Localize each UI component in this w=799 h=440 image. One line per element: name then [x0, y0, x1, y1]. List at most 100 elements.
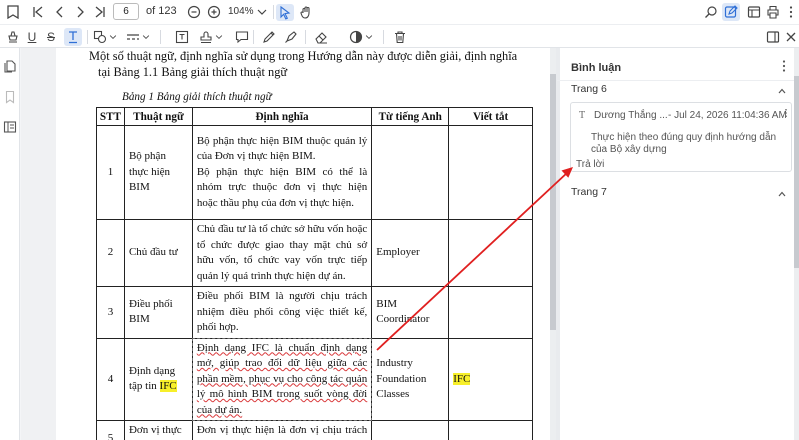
zoom-in-icon[interactable] — [206, 4, 222, 20]
cell-english — [371, 125, 450, 220]
table-row: 2 Chủ đầu tư Chủ đầu tư là tổ chức sở hữ… — [96, 219, 533, 287]
cell-definition-annotated[interactable]: Định dạng IFC là chuẩn định dạng mở, giú… — [191, 337, 373, 421]
toolbar-divider — [383, 30, 384, 44]
line-style-dropdown-icon[interactable] — [141, 29, 151, 45]
cell-term: Điều phối BIM — [123, 286, 193, 339]
main-toolbar: 6 of 123 104% — [0, 0, 799, 24]
stamp-dropdown-icon[interactable] — [214, 29, 224, 45]
marker-tool-icon[interactable] — [283, 29, 299, 45]
intro-paragraph-line2: tại Bảng 1.1 Bảng giải thích thuật ngữ — [98, 65, 288, 79]
cell-english — [371, 420, 450, 440]
cell-definition: Chủ đầu tư là tổ chức sở hữu vốn hoặc tổ… — [191, 219, 373, 287]
cell-definition: Bộ phận thực hiện BIM thuộc quản lý của … — [191, 125, 373, 220]
comment-card[interactable]: T Dương Thắng ... - Jul 24, 2026 11:04:3… — [570, 102, 792, 172]
delete-trash-icon[interactable] — [392, 29, 408, 45]
panel-scrollbar[interactable] — [794, 48, 799, 440]
document-viewport[interactable]: Một số thuật ngữ, định nghĩa sử dụng tro… — [21, 48, 556, 440]
cell-english: BIM Coordinator — [371, 286, 450, 339]
intro-paragraph-line1: Một số thuật ngữ, định nghĩa sử dụng tro… — [89, 49, 518, 63]
cell-abbreviation — [448, 286, 533, 339]
page-count-label: of 123 — [146, 5, 177, 17]
cell-stt: 3 — [96, 286, 125, 339]
opacity-dropdown-icon[interactable] — [364, 29, 374, 45]
table-row: 3 Điều phối BIM Điều phối BIM là người c… — [96, 286, 533, 339]
left-sidebar-rail — [0, 48, 20, 440]
header-definition: Định nghĩa — [191, 107, 373, 126]
shape-tool-icon[interactable] — [92, 29, 108, 45]
zoom-out-icon[interactable] — [186, 4, 202, 20]
text-box-tool-icon[interactable] — [174, 29, 190, 45]
cell-english: Industry Foundation Classes — [371, 337, 450, 421]
underline-tool-icon[interactable]: U — [24, 29, 40, 45]
cell-term: Bộ phận thực hiện BIM — [123, 125, 193, 220]
terminology-table: STT Thuật ngữ Định nghĩa Từ tiếng Anh Vi… — [96, 107, 533, 440]
line-style-icon[interactable] — [125, 29, 141, 45]
header-term: Thuật ngữ — [123, 107, 193, 126]
last-page-icon[interactable] — [92, 4, 108, 20]
cell-stt: 5 — [96, 420, 125, 440]
annotation-toolbar: U S — [0, 24, 799, 48]
prev-page-icon[interactable] — [52, 4, 68, 20]
chevron-up-icon[interactable] — [777, 186, 787, 197]
squiggly-annotation-text[interactable]: Định dạng IFC là chuẩn định dạng mở, giú… — [197, 342, 367, 416]
bookmark-icon[interactable] — [2, 89, 18, 105]
cell-stt: 1 — [96, 125, 125, 220]
panel-title: Bình luận — [571, 62, 622, 74]
section-page-7-label[interactable]: Trang 7 — [571, 186, 607, 198]
first-page-icon[interactable] — [30, 4, 46, 20]
cell-definition: Điều phối BIM là người chịu trách nhiệm … — [191, 286, 373, 339]
header-abbreviation: Viết tắt — [448, 107, 533, 126]
cell-abbreviation — [448, 125, 533, 220]
highlighted-term[interactable]: IFC — [159, 380, 177, 393]
select-cursor-icon[interactable] — [276, 4, 294, 21]
cell-english: Employer — [371, 219, 450, 287]
cell-term: Đơn vị thực hiện — [123, 420, 193, 440]
comment-body: Thực hiện theo đúng quy định hướng dẫn c… — [591, 132, 777, 155]
sidebar-layout-icon[interactable] — [746, 4, 762, 20]
reply-button[interactable]: Trả lời — [576, 159, 604, 170]
table-caption: Bảng 1 Bảng giải thích thuật ngữ — [122, 91, 272, 103]
section-page-6-label[interactable]: Trang 6 — [571, 83, 607, 95]
thumbnails-icon[interactable] — [2, 58, 18, 74]
shape-dropdown-icon[interactable] — [108, 29, 118, 45]
highlight-tool-icon[interactable] — [5, 29, 21, 45]
strikethrough-tool-icon[interactable]: S — [43, 29, 59, 45]
text-annotation-icon: T — [579, 110, 586, 121]
pen-tool-icon[interactable] — [261, 29, 277, 45]
next-page-icon[interactable] — [72, 4, 88, 20]
highlighted-abbreviation[interactable]: IFC — [453, 372, 471, 385]
comment-more-icon[interactable] — [781, 105, 791, 121]
comment-tool-icon[interactable] — [234, 29, 250, 45]
zoom-dropdown-icon[interactable] — [254, 4, 270, 20]
zoom-level[interactable]: 104% — [228, 6, 254, 17]
panel-toggle-icon[interactable] — [765, 29, 781, 45]
definition-text: Bộ phận thực hiện BIM thuộc quản lý của … — [196, 134, 368, 163]
panel-resize-handle[interactable] — [556, 48, 560, 440]
toolbar-divider — [273, 5, 274, 19]
header-stt: STT — [96, 107, 125, 126]
hand-pan-icon[interactable] — [298, 4, 314, 20]
panel-more-icon[interactable] — [776, 58, 792, 74]
search-icon[interactable] — [703, 4, 719, 20]
eraser-tool-icon[interactable] — [313, 29, 329, 45]
squiggly-text-tool-icon[interactable] — [64, 28, 82, 46]
opacity-tool-icon[interactable] — [348, 29, 364, 45]
toolbar-divider — [87, 30, 88, 44]
chevron-up-icon[interactable] — [777, 83, 787, 94]
close-icon[interactable] — [783, 29, 799, 45]
outline-icon[interactable] — [2, 119, 18, 135]
toolbar-divider — [305, 30, 306, 44]
edit-annotate-icon[interactable] — [722, 3, 740, 21]
printer-icon[interactable] — [765, 4, 781, 20]
more-icon[interactable] — [783, 4, 799, 20]
panel-scrollbar-thumb[interactable] — [794, 76, 799, 268]
stamp-tool-icon[interactable] — [198, 29, 214, 45]
cell-term: Chủ đầu tư — [123, 219, 193, 287]
panel-divider — [557, 80, 799, 81]
table-row: 5 Đơn vị thực hiện Đơn vị thực hiện là đ… — [96, 420, 533, 440]
cell-stt: 2 — [96, 219, 125, 287]
print-icon[interactable] — [5, 4, 21, 20]
cell-term: Định dạng tập tin IFC — [123, 337, 193, 421]
page-number-input[interactable]: 6 — [113, 3, 139, 20]
cell-abbreviation — [448, 420, 533, 440]
